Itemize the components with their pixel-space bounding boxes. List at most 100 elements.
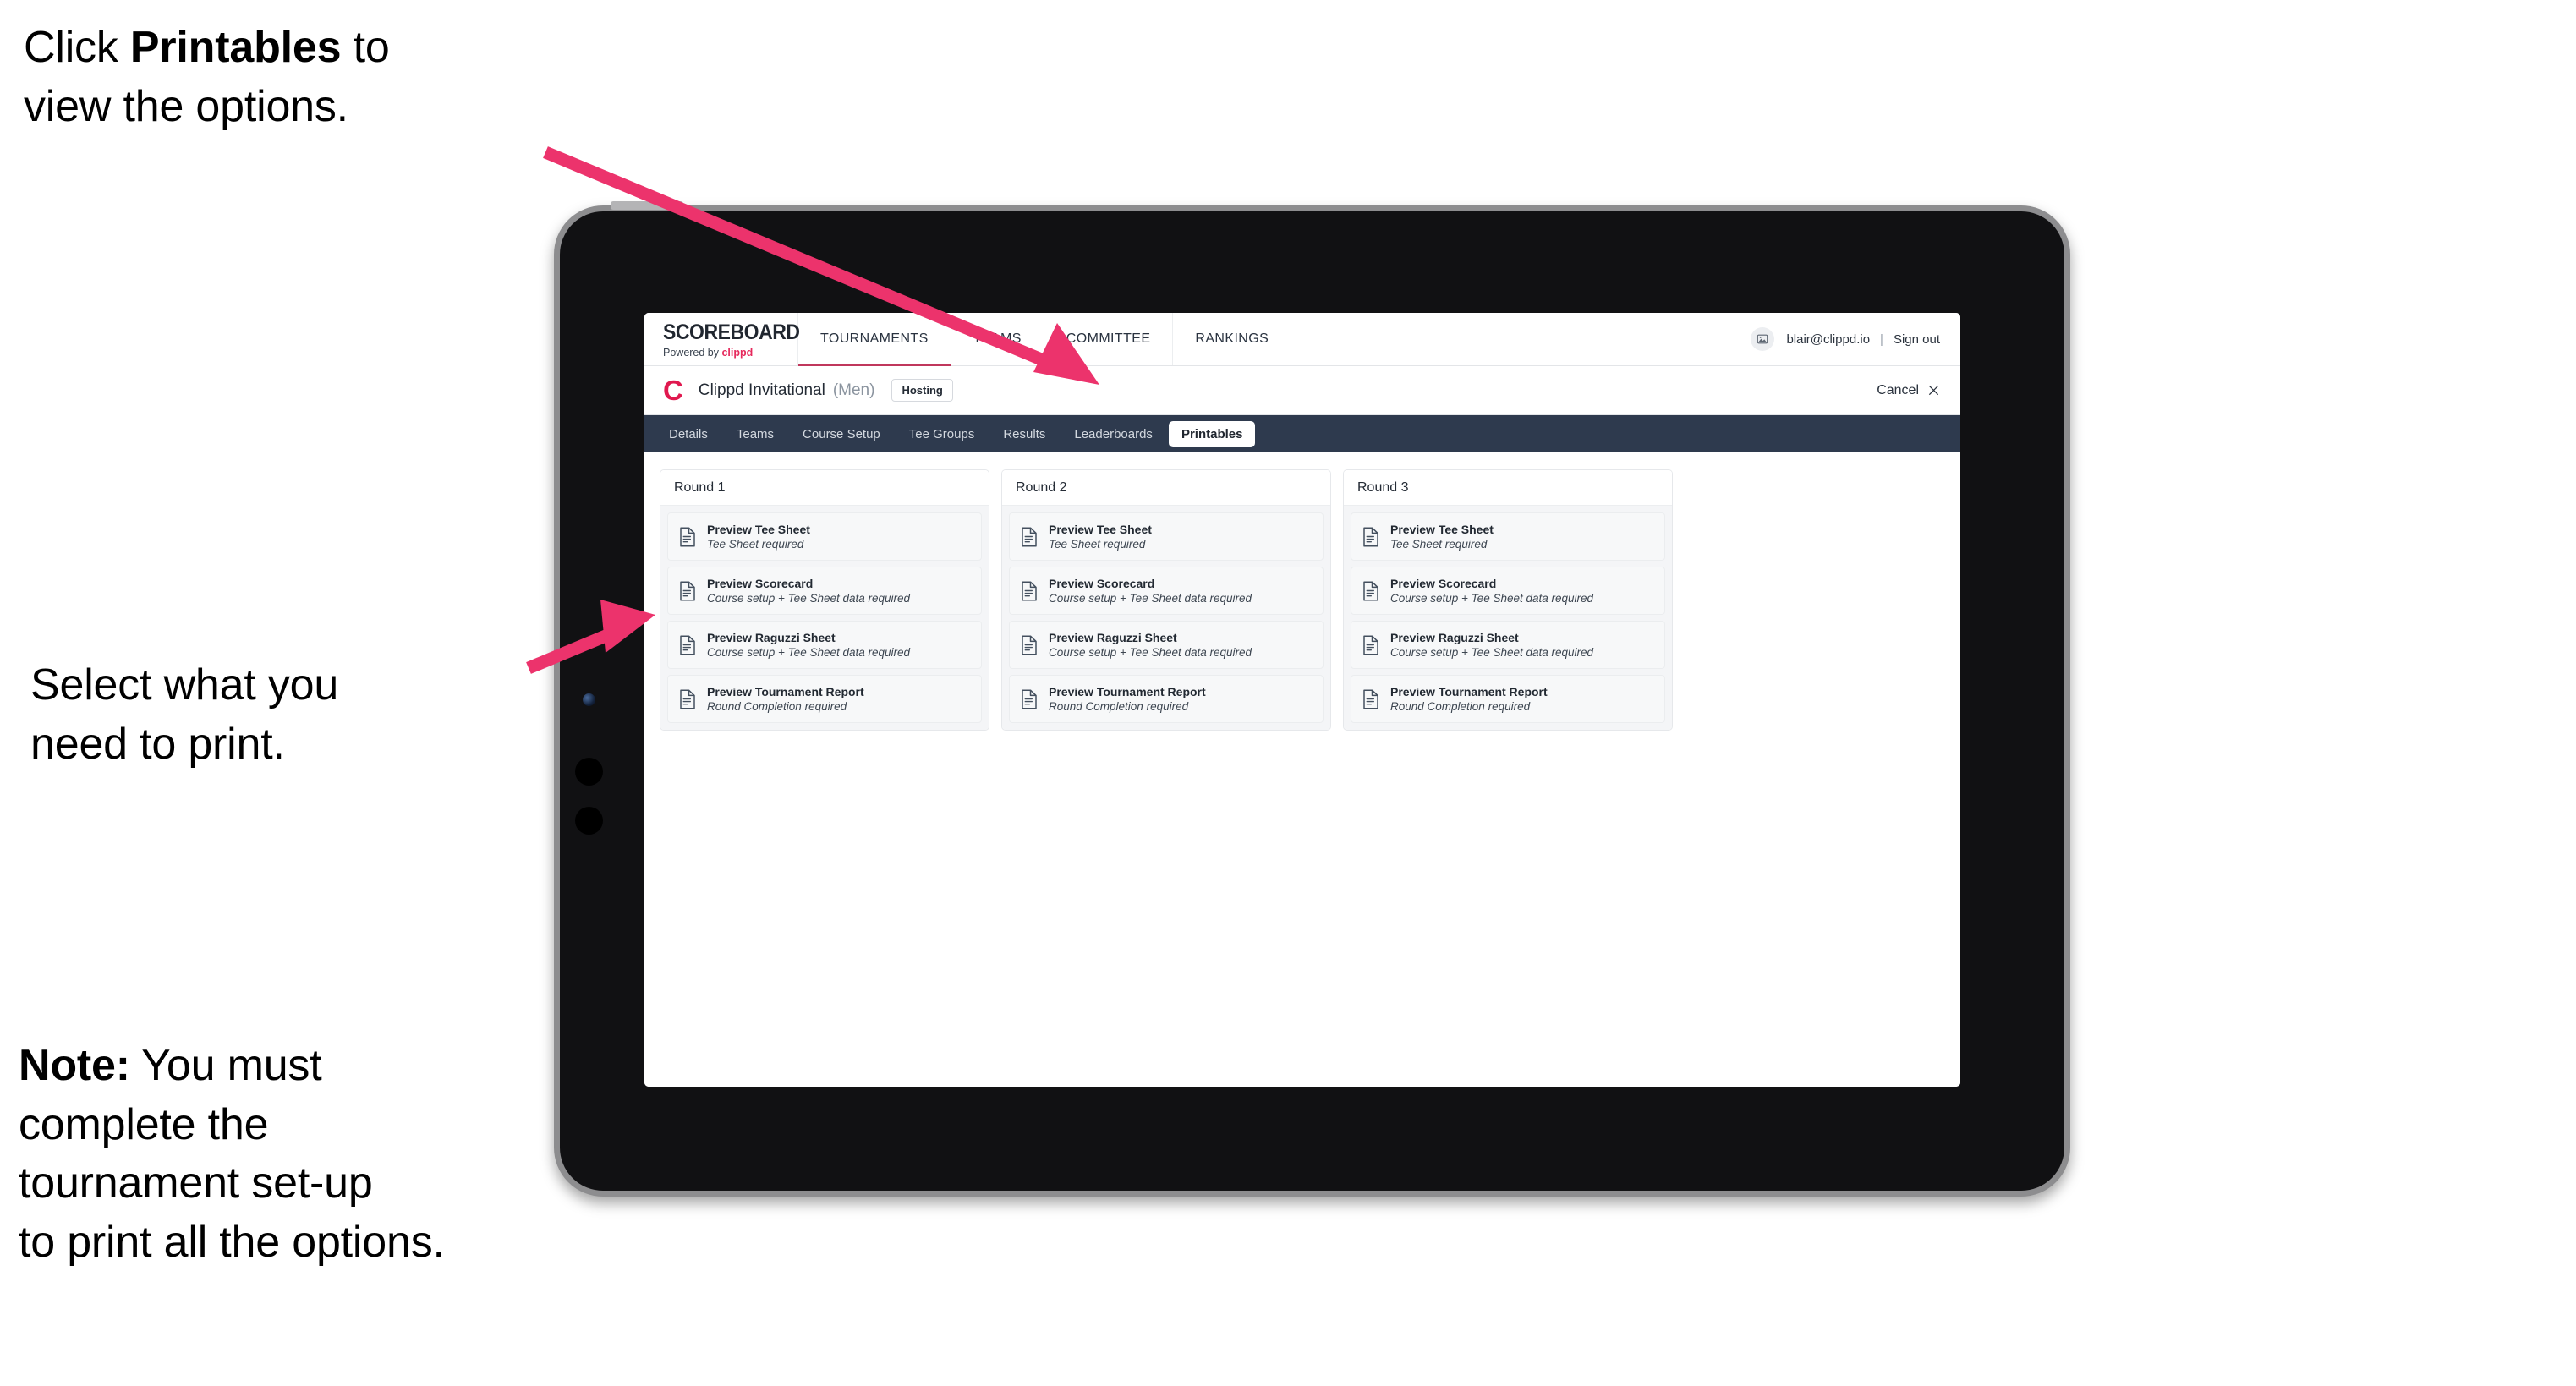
document-icon xyxy=(1363,634,1378,655)
section-tabs: Details Teams Course Setup Tee Groups Re… xyxy=(644,415,1960,452)
printable-subtitle: Tee Sheet required xyxy=(1390,538,1488,551)
nav-item-teams[interactable]: TEAMS xyxy=(951,313,1044,365)
cancel-button[interactable]: Cancel xyxy=(1877,383,1940,398)
round-title: Round 2 xyxy=(1002,470,1330,506)
printable-subtitle: Course setup + Tee Sheet data required xyxy=(1390,592,1594,605)
app-screen: SCOREBOARD Powered by clippd TOURNAMENTS… xyxy=(644,313,1960,1087)
nav-item-committee[interactable]: COMMITTEE xyxy=(1044,313,1174,365)
tab-leaderboards[interactable]: Leaderboards xyxy=(1061,421,1165,447)
brand-clippd: clippd xyxy=(721,346,754,359)
printable-item[interactable]: Preview Raguzzi Sheet Course setup + Tee… xyxy=(667,621,982,669)
tab-results[interactable]: Results xyxy=(990,421,1058,447)
document-icon xyxy=(680,688,695,709)
printable-title: Preview Tournament Report xyxy=(1049,685,1206,698)
round-items: Preview Tee Sheet Tee Sheet required Pre… xyxy=(660,506,989,730)
printable-text: Preview Scorecard Course setup + Tee She… xyxy=(1049,577,1252,605)
printable-text: Preview Tournament Report Round Completi… xyxy=(1390,685,1548,713)
document-icon xyxy=(1363,526,1378,547)
printable-item[interactable]: Preview Scorecard Course setup + Tee She… xyxy=(667,567,982,615)
printable-title: Preview Raguzzi Sheet xyxy=(1390,631,1519,644)
document-icon xyxy=(1022,688,1037,709)
tablet-device: SCOREBOARD Powered by clippd TOURNAMENTS… xyxy=(554,201,2070,1197)
printable-title: Preview Tournament Report xyxy=(707,685,864,698)
printable-text: Preview Raguzzi Sheet Course setup + Tee… xyxy=(1390,631,1593,659)
round-column-3: Round 3 Preview Tee Sheet Tee Sheet requ… xyxy=(1343,469,1673,731)
printable-text: Preview Scorecard Course setup + Tee She… xyxy=(707,577,910,605)
printable-item[interactable]: Preview Tee Sheet Tee Sheet required xyxy=(1351,512,1665,561)
tournament-name: Clippd Invitational xyxy=(698,381,825,399)
printable-title: Preview Scorecard xyxy=(1049,577,1155,590)
printable-item[interactable]: Preview Scorecard Course setup + Tee She… xyxy=(1009,567,1324,615)
printable-subtitle: Course setup + Tee Sheet data required xyxy=(1049,646,1252,659)
tab-details[interactable]: Details xyxy=(656,421,721,447)
printable-title: Preview Tee Sheet xyxy=(707,523,810,536)
brand-name: SCOREBOARD xyxy=(663,320,800,344)
printable-title: Preview Tee Sheet xyxy=(1049,523,1152,536)
user-line: blair@clippd.io | Sign out xyxy=(1786,332,1940,347)
front-camera-icon xyxy=(583,693,595,706)
printable-subtitle: Round Completion required xyxy=(1390,700,1531,713)
tab-printables[interactable]: Printables xyxy=(1168,420,1256,447)
tournament-gender: (Men) xyxy=(832,381,875,399)
annotation-select-print: Select what you need to print. xyxy=(30,660,339,769)
annotation-note-label: Note: xyxy=(19,1041,130,1090)
printable-subtitle: Course setup + Tee Sheet data required xyxy=(707,592,911,605)
printable-subtitle: Round Completion required xyxy=(1049,700,1189,713)
document-icon xyxy=(680,526,695,547)
printable-item[interactable]: Preview Tournament Report Round Completi… xyxy=(1009,675,1324,723)
printables-body: Round 1 Preview Tee Sheet Tee Sheet requ… xyxy=(644,452,1960,1087)
printable-subtitle: Round Completion required xyxy=(707,700,847,713)
printable-subtitle: Course setup + Tee Sheet data required xyxy=(707,646,911,659)
printable-subtitle: Course setup + Tee Sheet data required xyxy=(1049,592,1252,605)
user-separator: | xyxy=(1880,331,1883,347)
cancel-label: Cancel xyxy=(1877,382,1919,397)
nav-item-tournaments[interactable]: TOURNAMENTS xyxy=(798,313,951,366)
round-column-2: Round 2 Preview Tee Sheet Tee Sheet requ… xyxy=(1001,469,1331,731)
printable-item[interactable]: Preview Raguzzi Sheet Course setup + Tee… xyxy=(1009,621,1324,669)
document-icon xyxy=(680,580,695,601)
printable-title: Preview Raguzzi Sheet xyxy=(707,631,836,644)
brand-powered-prefix: Powered by xyxy=(663,346,722,359)
tab-tee-groups[interactable]: Tee Groups xyxy=(896,421,988,447)
document-icon xyxy=(1022,580,1037,601)
annotation-click-bold: Printables xyxy=(129,23,342,72)
tab-course-setup[interactable]: Course Setup xyxy=(790,421,893,447)
tournament-header: C Clippd Invitational (Men) Hosting Canc… xyxy=(644,366,1960,415)
annotation-click-printables: Click Printables to view the options. xyxy=(24,19,582,136)
printable-text: Preview Tournament Report Round Completi… xyxy=(1049,685,1206,713)
printable-item[interactable]: Preview Tournament Report Round Completi… xyxy=(667,675,982,723)
printable-title: Preview Raguzzi Sheet xyxy=(1049,631,1177,644)
round-title: Round 1 xyxy=(660,470,989,506)
printable-subtitle: Course setup + Tee Sheet data required xyxy=(1390,646,1594,659)
printable-title: Preview Tournament Report xyxy=(1390,685,1548,698)
image-placeholder-icon xyxy=(1757,334,1768,344)
printable-text: Preview Tee Sheet Tee Sheet required xyxy=(1390,523,1494,551)
user-email: blair@clippd.io xyxy=(1786,331,1871,347)
printable-subtitle: Tee Sheet required xyxy=(707,538,804,551)
round-items: Preview Tee Sheet Tee Sheet required Pre… xyxy=(1344,506,1672,730)
round-title: Round 3 xyxy=(1344,470,1672,506)
document-icon xyxy=(1363,580,1378,601)
document-icon xyxy=(680,634,695,655)
printable-item[interactable]: Preview Raguzzi Sheet Course setup + Tee… xyxy=(1351,621,1665,669)
round-items: Preview Tee Sheet Tee Sheet required Pre… xyxy=(1002,506,1330,730)
round-column-1: Round 1 Preview Tee Sheet Tee Sheet requ… xyxy=(660,469,989,731)
printable-item[interactable]: Preview Tee Sheet Tee Sheet required xyxy=(667,512,982,561)
status-badge: Hosting xyxy=(891,379,953,402)
printable-title: Preview Scorecard xyxy=(1390,577,1497,590)
printable-item[interactable]: Preview Tournament Report Round Completi… xyxy=(1351,675,1665,723)
clippd-logo-icon: C xyxy=(663,375,683,406)
sign-out-link[interactable]: Sign out xyxy=(1894,332,1940,347)
nav-item-rankings[interactable]: RANKINGS xyxy=(1173,313,1292,365)
brand-logo[interactable]: SCOREBOARD Powered by clippd xyxy=(644,313,800,365)
tablet-side-button-1[interactable] xyxy=(575,758,603,786)
avatar[interactable] xyxy=(1751,327,1775,351)
tablet-side-button-2[interactable] xyxy=(575,807,603,835)
printable-item[interactable]: Preview Tee Sheet Tee Sheet required xyxy=(1009,512,1324,561)
annotation-click-prefix: Click xyxy=(24,23,130,72)
screenshot-stage: Click Printables to view the options. Se… xyxy=(0,0,2576,1386)
printable-item[interactable]: Preview Scorecard Course setup + Tee She… xyxy=(1351,567,1665,615)
printable-text: Preview Raguzzi Sheet Course setup + Tee… xyxy=(707,631,910,659)
tab-teams[interactable]: Teams xyxy=(724,421,787,447)
printable-text: Preview Tee Sheet Tee Sheet required xyxy=(707,523,810,551)
